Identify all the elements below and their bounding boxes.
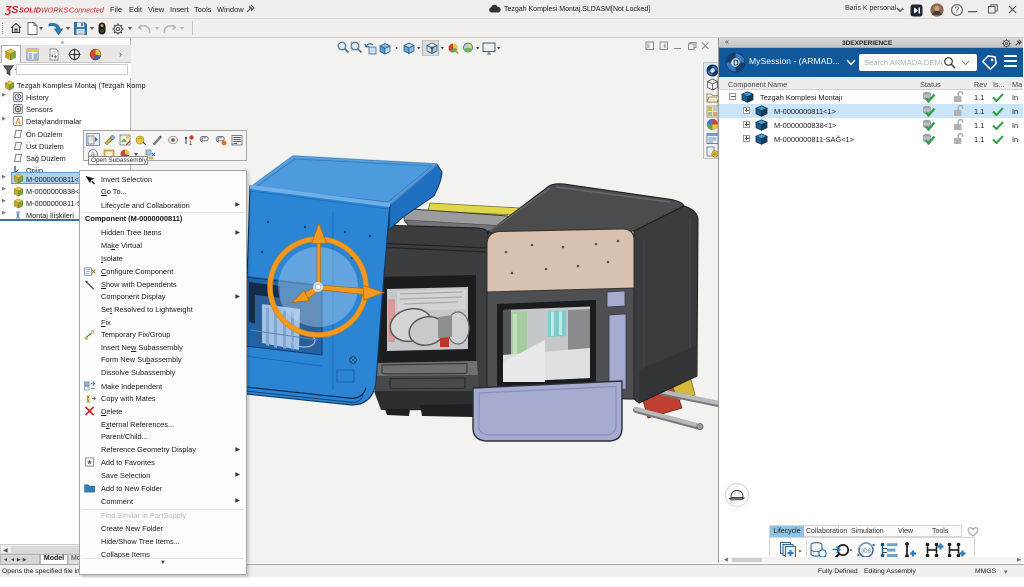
svg-text:?: ?	[955, 6, 960, 15]
svg-text:A: A	[15, 117, 21, 126]
svg-text:ƷS: ƷS	[5, 4, 18, 16]
svg-text:D: D	[733, 59, 739, 68]
svg-text:3DS: 3DS	[861, 549, 871, 555]
svg-text:1: 1	[189, 141, 193, 146]
svg-text:SOLIDWORKS: SOLIDWORKS	[19, 6, 68, 15]
svg-text:Connected: Connected	[69, 6, 105, 15]
